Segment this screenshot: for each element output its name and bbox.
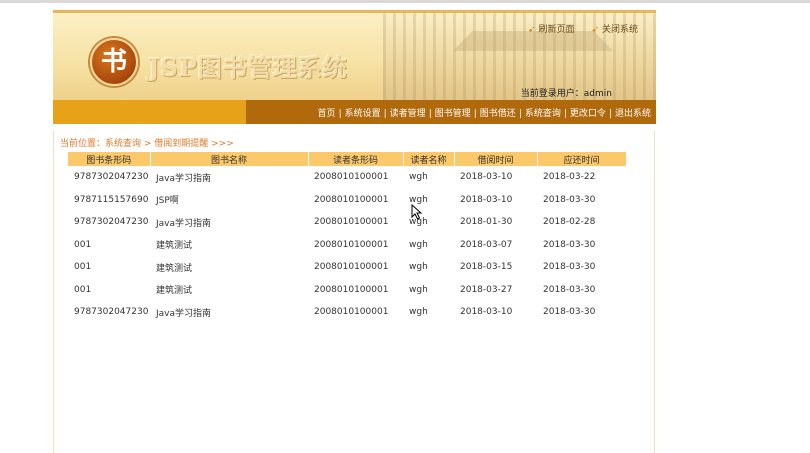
mouse-cursor-icon (411, 204, 423, 220)
nav-separator: | (608, 109, 612, 119)
browser-top-strip (0, 0, 810, 3)
nav-item-system-settings[interactable]: 系统设置 (345, 109, 381, 119)
col-header-book-name: 图书名称 (150, 152, 309, 166)
nav-separator: | (563, 109, 567, 119)
table-header-row: 图书条形码 图书名称 读者条形码 读者名称 借阅时间 应还时间 (68, 152, 627, 166)
cell-borrow-date: 2018-03-10 (460, 307, 513, 318)
cell-book-barcode: 9787302047230 (74, 172, 149, 183)
nav-item-system-query[interactable]: 系统查询 (525, 109, 561, 119)
cell-reader-barcode: 2008010100001 (314, 239, 389, 250)
table-row: 9787302047230 Java学习指南 2008010100001 wgh… (68, 301, 626, 324)
refresh-page-link[interactable]: ➹ 刷新页面 (528, 25, 575, 35)
current-user-label: 当前登录用户：admin (520, 89, 612, 99)
cell-book-barcode: 9787302047230 (74, 217, 149, 228)
cell-book-name: Java学习指南 (156, 218, 212, 229)
col-header-due-date: 应还时间 (537, 152, 627, 166)
cell-borrow-date: 2018-03-15 (460, 262, 513, 273)
cell-reader-name: wgh (409, 307, 428, 318)
close-system-label: 关闭系统 (601, 25, 638, 35)
cell-reader-barcode: 2008010100001 (314, 217, 389, 228)
cell-reader-barcode: 2008010100001 (314, 307, 389, 318)
cell-due-date: 2018-03-30 (543, 239, 596, 250)
nav-separator: | (338, 109, 342, 119)
cell-due-date: 2018-02-28 (543, 217, 596, 228)
cell-borrow-date: 2018-03-10 (460, 172, 513, 183)
cell-book-name: Java学习指南 (156, 308, 212, 319)
cell-reader-name: wgh (409, 284, 428, 295)
top-links: ➹ 刷新页面 ➹ 关闭系统 (514, 22, 638, 35)
cell-reader-name: wgh (409, 172, 428, 183)
nav-item-change-password[interactable]: 更改口令 (570, 109, 606, 119)
breadcrumb: 当前位置：系统查询 > 借阅到期提醒 >>> (60, 139, 234, 149)
cell-book-barcode: 001 (74, 262, 92, 273)
cell-book-barcode: 9787302047230 (74, 307, 149, 318)
cell-reader-barcode: 2008010100001 (314, 172, 389, 183)
cell-borrow-date: 2018-01-30 (460, 217, 513, 228)
cell-book-name: 建筑测试 (156, 286, 193, 297)
cell-book-name: 建筑测试 (156, 241, 193, 252)
cell-book-barcode: 001 (74, 239, 92, 250)
table-row: 001 建筑测试 2008010100001 wgh 2018-03-07 20… (68, 234, 626, 257)
table-row: 9787302047230 Java学习指南 2008010100001 wgh… (68, 211, 626, 234)
cell-due-date: 2018-03-30 (543, 262, 596, 273)
cell-reader-name: wgh (409, 262, 428, 273)
col-header-borrow-date: 借阅时间 (454, 152, 538, 166)
book-logo-icon: 书 (90, 38, 138, 86)
cell-reader-barcode: 2008010100001 (314, 194, 389, 205)
arrow-icon: ➹ (591, 25, 599, 35)
cell-due-date: 2018-03-30 (543, 194, 596, 205)
due-reminder-table: 图书条形码 图书名称 读者条形码 读者名称 借阅时间 应还时间 97873020… (68, 152, 627, 324)
table-row: 001 建筑测试 2008010100001 wgh 2018-03-15 20… (68, 256, 626, 279)
col-header-book-barcode: 图书条形码 (68, 152, 151, 166)
cell-reader-barcode: 2008010100001 (314, 284, 389, 295)
cell-book-barcode: 9787115157690 (74, 194, 149, 205)
table-row: 9787115157690 JSP啊 2008010100001 wgh 201… (68, 189, 626, 212)
col-header-reader-barcode: 读者条形码 (308, 152, 404, 166)
nav-separator: | (473, 109, 477, 119)
col-header-reader-name: 读者名称 (403, 152, 455, 166)
nav-item-borrow-return[interactable]: 图书借还 (480, 109, 516, 119)
cell-borrow-date: 2018-03-10 (460, 194, 513, 205)
table-row: 9787302047230 Java学习指南 2008010100001 wgh… (68, 166, 626, 189)
cell-due-date: 2018-03-22 (543, 172, 596, 183)
refresh-page-label: 刷新页面 (538, 25, 575, 35)
cell-due-date: 2018-03-30 (543, 307, 596, 318)
nav-item-book-management[interactable]: 图书管理 (435, 109, 471, 119)
nav-items: 首页 | 系统设置 | 读者管理 | 图书管理 | 图书借还 | 系统查询 | 更改口令 | 退出系统 (318, 106, 651, 119)
cell-borrow-date: 2018-03-27 (460, 284, 513, 295)
close-system-link[interactable]: ➹ 关闭系统 (591, 25, 638, 35)
table-row: 001 建筑测试 2008010100001 wgh 2018-03-27 20… (68, 279, 626, 302)
nav-separator: | (518, 109, 522, 119)
cell-book-name: Java学习指南 (156, 173, 212, 184)
main-nav: 首页 | 系统设置 | 读者管理 | 图书管理 | 图书借还 | 系统查询 | 更改口令 | 退出系统 (53, 100, 656, 124)
main-content: 当前位置：系统查询 > 借阅到期提醒 >>> 图书条形码 图书名称 读者条形码 … (53, 130, 655, 453)
cell-reader-barcode: 2008010100001 (314, 262, 389, 273)
cell-borrow-date: 2018-03-07 (460, 239, 513, 250)
app-frame: 书 JSP图书管理系统 ➹ 刷新页面 ➹ 关闭系统 当前登录用户：admin 首页 |… (53, 10, 656, 453)
nav-item-exit-system[interactable]: 退出系统 (615, 109, 651, 119)
nav-separator: | (428, 109, 432, 119)
arrow-icon: ➹ (528, 25, 536, 35)
header-banner: 书 JSP图书管理系统 ➹ 刷新页面 ➹ 关闭系统 当前登录用户：admin (53, 10, 656, 103)
app-title: JSP图书管理系统 (148, 53, 348, 82)
cell-due-date: 2018-03-30 (543, 284, 596, 295)
nav-item-reader-management[interactable]: 读者管理 (390, 109, 426, 119)
cell-reader-name: wgh (409, 239, 428, 250)
cell-book-name: JSP啊 (156, 196, 179, 207)
nav-separator: | (383, 109, 387, 119)
cell-book-name: 建筑测试 (156, 263, 193, 274)
cell-book-barcode: 001 (74, 284, 92, 295)
nav-item-home[interactable]: 首页 (318, 109, 336, 119)
